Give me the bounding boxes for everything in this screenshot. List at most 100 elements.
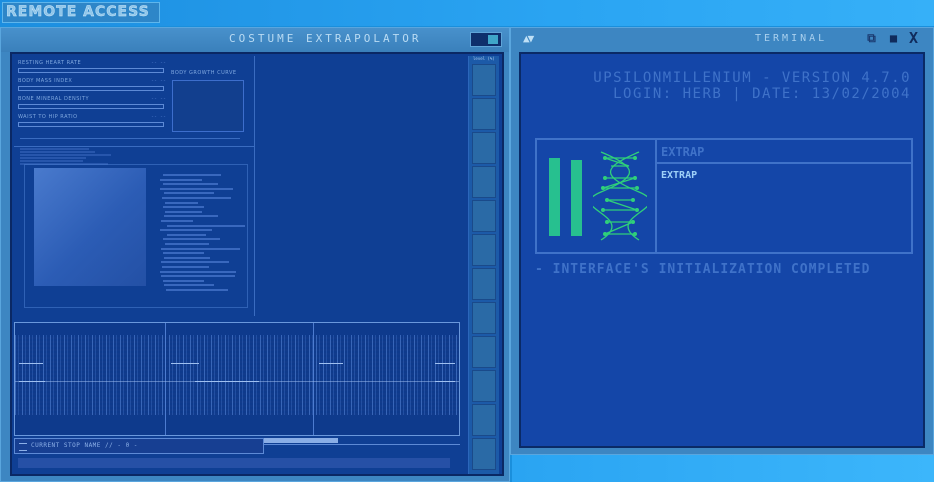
report-text-line	[164, 192, 214, 195]
stat-label: WAIST TO HIP RATIO	[18, 114, 78, 120]
report-text-line	[20, 160, 83, 162]
signal-trace	[195, 381, 259, 382]
report-text-line	[20, 151, 95, 153]
costume-window-title: COSTUME EXTRAPOLATOR	[229, 32, 422, 45]
window-toggle-button[interactable]	[470, 32, 502, 47]
terminal-window: ▲▼ TERMINAL ⧉ ■ X UPSILONMILLENIUM - VER…	[510, 27, 934, 455]
report-text-line	[20, 148, 89, 150]
report-text-line	[161, 247, 240, 250]
stat-value: -- --	[150, 114, 166, 120]
signal-gridline	[313, 323, 314, 435]
report-text-line	[20, 154, 111, 156]
signal-scanner-panel	[14, 322, 460, 436]
signal-trace	[319, 363, 343, 364]
stats-ruler	[20, 138, 240, 139]
signal-noise	[15, 335, 459, 415]
level-cell	[472, 404, 496, 436]
report-text-line	[165, 210, 202, 213]
level-cell	[472, 336, 496, 368]
stat-label: BODY MASS INDEX	[18, 78, 73, 84]
signal-trace	[19, 381, 45, 382]
report-text-line	[163, 206, 204, 209]
vital-stats-panel: RESTING HEART RATE -- -- BODY MASS INDEX…	[14, 56, 255, 147]
stat-bar	[18, 122, 164, 127]
report-text-line	[163, 238, 220, 241]
extrap-module-item[interactable]: EXTRAP	[661, 170, 697, 181]
signal-trace	[19, 363, 43, 364]
body-scan-preview	[34, 168, 146, 286]
stat-bone-mineral-density: BONE MINERAL DENSITY -- --	[18, 96, 168, 112]
report-text-line	[167, 233, 206, 236]
remote-access-tab[interactable]: REMOTE ACCESS	[2, 2, 160, 23]
stop-progress-bar	[264, 438, 460, 445]
report-text-line	[161, 220, 193, 222]
top-bar: REMOTE ACCESS	[0, 0, 934, 26]
report-text-line	[165, 201, 198, 204]
maximize-button[interactable]: ■	[887, 32, 900, 45]
report-text-line	[163, 252, 204, 255]
level-cell	[472, 268, 496, 300]
report-text-line	[163, 279, 204, 282]
signal-trace	[435, 363, 455, 364]
level-bar	[571, 160, 582, 236]
login-line: LOGIN: HERB | DATE: 13/02/2004	[613, 86, 911, 102]
terminal-title: TERMINAL	[755, 33, 828, 44]
level-cell	[472, 200, 496, 232]
report-text-line	[20, 163, 108, 165]
stat-body-mass-index: BODY MASS INDEX -- --	[18, 78, 168, 94]
stat-resting-heart-rate: RESTING HEART RATE -- --	[18, 60, 168, 76]
level-column-label: level (%)	[473, 56, 495, 61]
initialization-status-message: - INTERFACE'S INITIALIZATION COMPLETED	[535, 262, 871, 277]
costume-window-titlebar[interactable]: COSTUME EXTRAPOLATOR	[1, 28, 509, 52]
report-text-line	[164, 284, 214, 287]
stat-bar	[18, 86, 164, 91]
level-cell	[472, 166, 496, 198]
report-text-line	[160, 178, 202, 181]
level-column: level (%)	[468, 56, 499, 474]
level-bar	[549, 158, 560, 236]
level-cell	[472, 438, 496, 470]
stat-value: -- --	[150, 78, 166, 84]
stat-value: -- --	[150, 96, 166, 102]
signal-trace	[171, 363, 199, 364]
close-button[interactable]: X	[907, 31, 920, 46]
stat-bar	[18, 68, 164, 73]
level-cell	[472, 370, 496, 402]
stat-waist-to-hip-ratio: WAIST TO HIP RATIO -- --	[18, 114, 168, 130]
analysis-report	[14, 146, 255, 316]
stat-label: RESTING HEART RATE	[18, 60, 82, 66]
report-text-line	[161, 275, 235, 278]
version-line: UPSILONMILLENIUM - VERSION 4.7.0	[593, 70, 911, 86]
report-text-line	[160, 270, 236, 273]
report-text-line	[161, 261, 229, 264]
report-text-line	[167, 224, 245, 227]
bottom-status-strip	[18, 458, 450, 468]
stat-bar	[18, 104, 164, 109]
menu-lines-icon	[19, 443, 27, 451]
restore-button[interactable]: ⧉	[865, 32, 878, 45]
signal-gridline	[165, 323, 166, 435]
report-text-line	[166, 289, 228, 291]
report-text-line	[165, 243, 209, 245]
report-text-line	[160, 187, 233, 190]
report-text-line	[163, 183, 218, 186]
report-text-line	[160, 229, 212, 232]
stop-progress-fill	[264, 438, 338, 443]
extrap-module-header: EXTRAP	[657, 140, 911, 164]
costume-extrapolator-window: COSTUME EXTRAPOLATOR RESTING HEART RATE …	[0, 27, 510, 482]
extrap-icon-area	[537, 140, 657, 252]
level-cell	[472, 98, 496, 130]
body-growth-curve-chart	[172, 80, 244, 132]
dna-helix-icon	[593, 151, 647, 241]
stat-label: BONE MINERAL DENSITY	[18, 96, 90, 102]
report-text-line	[163, 174, 221, 176]
report-text-line	[164, 256, 210, 259]
terminal-titlebar[interactable]: ▲▼ TERMINAL ⧉ ■ X	[511, 28, 933, 52]
viewport-area	[255, 56, 460, 316]
current-stop-label: CURRENT STOP NAME // - 0 -	[31, 442, 138, 449]
body-growth-curve-label: BODY GROWTH CURVE	[171, 70, 237, 76]
level-cell	[472, 132, 496, 164]
signal-trace	[435, 381, 455, 382]
level-cell	[472, 234, 496, 266]
scroll-arrows-icon[interactable]: ▲▼	[523, 32, 534, 45]
